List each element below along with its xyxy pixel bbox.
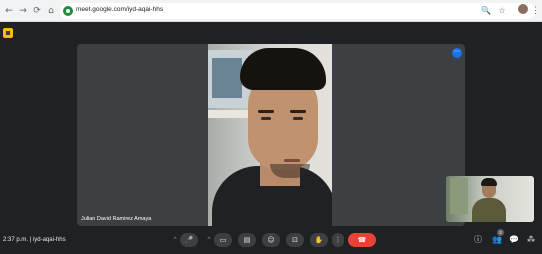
url-text: meet.google.com/iyd-aqai-hhs — [76, 6, 164, 13]
meeting-code: iyd-aqai-hhs — [32, 237, 66, 243]
meeting-time-and-code: 2:37 p.m. | iyd-aqai-hhs — [3, 237, 66, 243]
tile-options-icon[interactable]: ⋯ — [452, 48, 462, 58]
camera-button[interactable]: ▭ — [214, 233, 232, 247]
zoom-icon[interactable]: 🔍 — [480, 5, 492, 17]
browser-toolbar: ← → ⟳ ⌂ meet.google.com/iyd-aqai-hhs 🔍 ☆… — [0, 0, 542, 22]
participant-name: Julian David Ramirez Amaya — [81, 216, 152, 222]
participant-eye-right — [293, 117, 303, 120]
site-info-icon[interactable] — [63, 6, 73, 16]
participant-brow-left — [258, 110, 274, 113]
captions-button[interactable]: ▤ — [238, 233, 256, 247]
self-view-door — [450, 178, 468, 214]
emoji-reaction-button[interactable]: ☺ — [262, 233, 280, 247]
participant-hair — [240, 48, 326, 90]
participant-brow-right — [290, 110, 306, 113]
browser-menu-icon[interactable]: ⋮ — [531, 4, 540, 16]
participant-mouth — [284, 159, 300, 162]
self-view-tile[interactable] — [446, 176, 534, 222]
raise-hand-button[interactable]: ✋ — [310, 233, 328, 247]
meeting-separator: | — [29, 237, 32, 243]
bookmark-star-icon[interactable]: ☆ — [496, 5, 508, 17]
microphone-button[interactable]: 🎤 — [180, 233, 198, 247]
self-view-body — [472, 198, 506, 222]
participant-video — [208, 44, 332, 226]
meeting-stage: Julian David Ramirez Amaya ⋯ 2:37 p.m. |… — [0, 22, 542, 254]
home-icon[interactable]: ⌂ — [45, 5, 57, 17]
activities-icon[interactable]: ⁂ — [525, 234, 537, 246]
camera-options-button[interactable]: ⌃ — [204, 233, 214, 247]
forward-icon[interactable]: → — [17, 5, 29, 17]
meeting-info-icon[interactable]: ⓘ — [472, 234, 484, 246]
participant-eye-left — [261, 117, 271, 120]
address-bar[interactable]: meet.google.com/iyd-aqai-hhs 🔍 ☆ — [60, 3, 536, 19]
self-view-hair — [481, 178, 497, 186]
chat-icon[interactable]: 💬 — [508, 234, 520, 246]
participant-tile[interactable]: Julian David Ramirez Amaya ⋯ — [77, 44, 465, 226]
reload-icon[interactable]: ⟳ — [31, 5, 43, 17]
back-icon[interactable]: ← — [3, 5, 15, 17]
end-call-button[interactable]: ☎ — [348, 233, 376, 247]
side-panel-icon[interactable] — [3, 28, 13, 38]
mic-options-button[interactable]: ⌃ — [170, 233, 180, 247]
people-icon[interactable]: 👥 — [491, 234, 503, 246]
present-screen-button[interactable]: ⊡ — [286, 233, 304, 247]
more-options-button[interactable]: ⋮ — [332, 233, 344, 247]
profile-avatar[interactable] — [518, 4, 528, 14]
meeting-time: 2:37 p.m. — [3, 237, 29, 243]
